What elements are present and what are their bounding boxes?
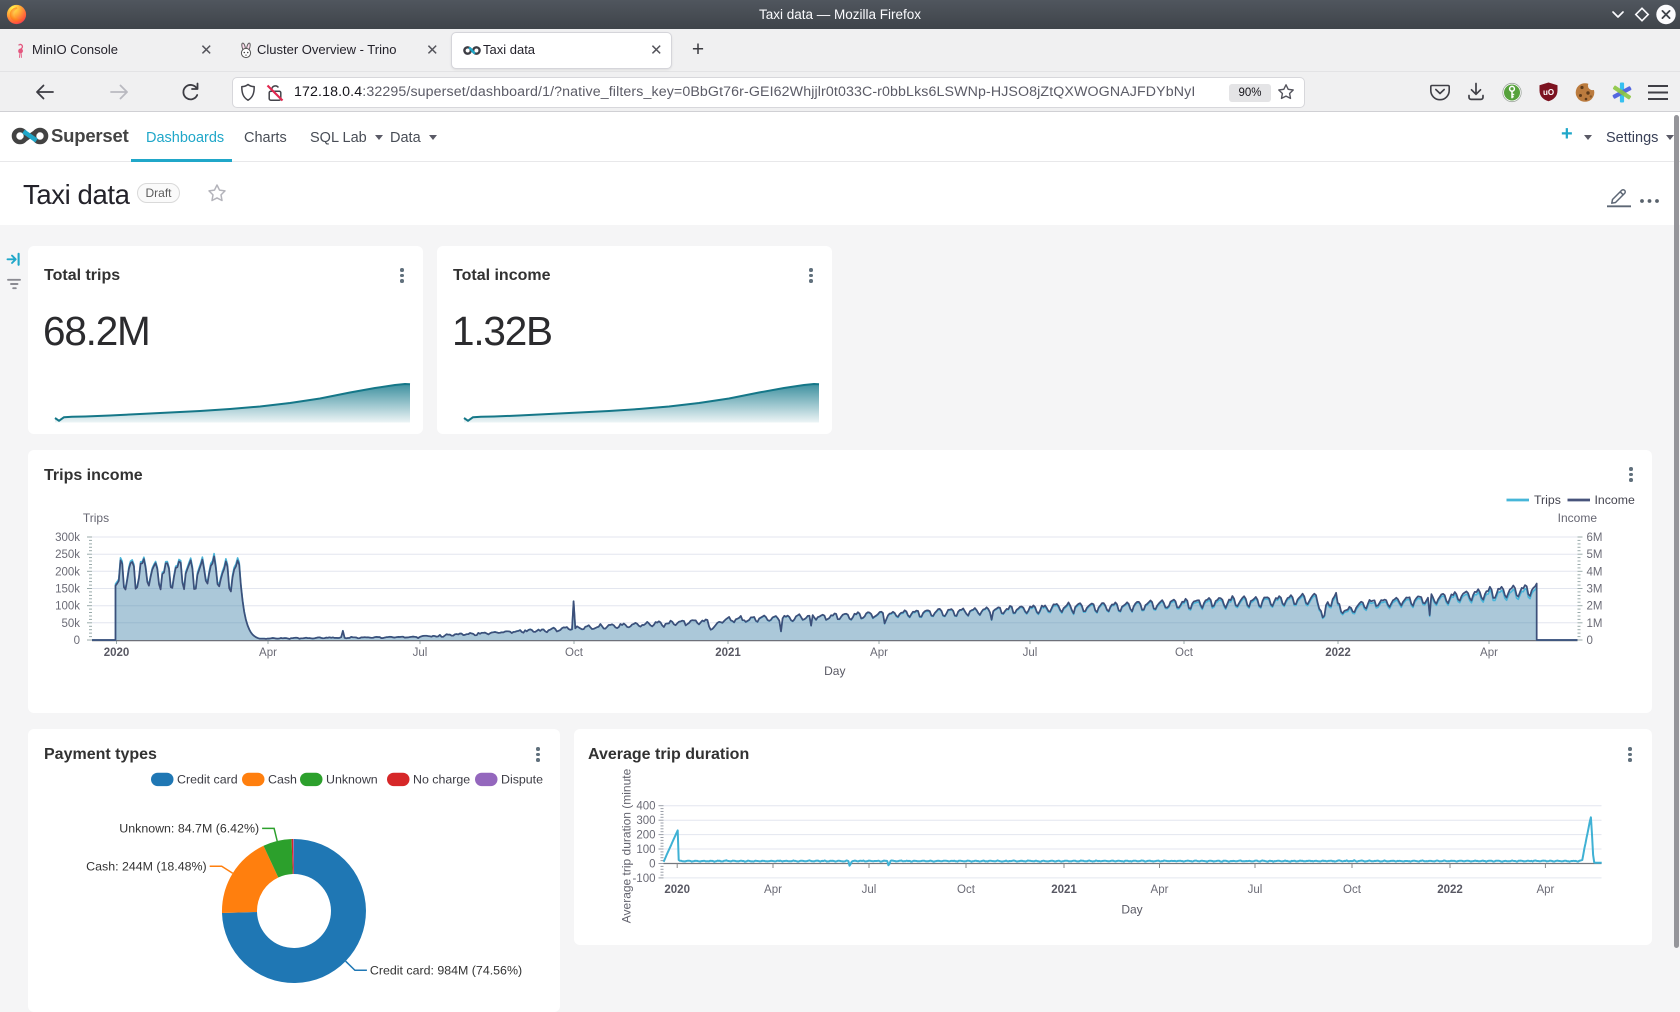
svg-text:Jul: Jul bbox=[1248, 884, 1263, 896]
svg-text:2M: 2M bbox=[1587, 601, 1603, 613]
svg-text:0: 0 bbox=[74, 635, 80, 647]
svg-text:100k: 100k bbox=[55, 601, 80, 613]
svg-text:200: 200 bbox=[636, 830, 655, 842]
svg-text:2021: 2021 bbox=[1051, 884, 1077, 896]
svg-text:200k: 200k bbox=[55, 566, 80, 578]
svg-text:150k: 150k bbox=[55, 584, 80, 596]
svg-text:Apr: Apr bbox=[1480, 647, 1498, 659]
svg-text:Credit card: 984M (74.56%): Credit card: 984M (74.56%) bbox=[370, 964, 522, 978]
svg-text:6M: 6M bbox=[1587, 532, 1603, 544]
svg-text:400: 400 bbox=[636, 801, 655, 813]
svg-text:2020: 2020 bbox=[104, 647, 130, 659]
svg-text:2022: 2022 bbox=[1325, 647, 1351, 659]
svg-text:Unknown: 84.7M (6.42%): Unknown: 84.7M (6.42%) bbox=[119, 822, 259, 836]
svg-text:50k: 50k bbox=[61, 618, 80, 630]
svg-text:Trips: Trips bbox=[1534, 493, 1561, 507]
svg-text:4M: 4M bbox=[1587, 566, 1603, 578]
svg-text:Income: Income bbox=[1595, 493, 1635, 507]
svg-text:Oct: Oct bbox=[565, 647, 584, 659]
svg-text:250k: 250k bbox=[55, 549, 80, 561]
svg-text:No charge: No charge bbox=[413, 773, 470, 787]
svg-text:Apr: Apr bbox=[1151, 884, 1169, 896]
svg-text:Day: Day bbox=[824, 664, 845, 678]
svg-text:Income: Income bbox=[1558, 511, 1598, 525]
svg-text:Apr: Apr bbox=[259, 647, 277, 659]
svg-text:Jul: Jul bbox=[1023, 647, 1038, 659]
svg-text:0: 0 bbox=[649, 859, 655, 871]
svg-text:2020: 2020 bbox=[664, 884, 690, 896]
svg-text:Unknown: Unknown bbox=[326, 773, 378, 787]
svg-text:100: 100 bbox=[636, 844, 655, 856]
svg-text:300: 300 bbox=[636, 815, 655, 827]
svg-text:300k: 300k bbox=[55, 532, 80, 544]
svg-text:2022: 2022 bbox=[1437, 884, 1463, 896]
svg-text:Day: Day bbox=[1121, 903, 1142, 917]
svg-text:Average trip duration (minute: Average trip duration (minute bbox=[620, 768, 634, 923]
svg-text:0: 0 bbox=[1587, 635, 1593, 647]
svg-text:Cash: Cash bbox=[268, 773, 297, 787]
svg-text:Oct: Oct bbox=[957, 884, 976, 896]
svg-text:Trips: Trips bbox=[83, 511, 109, 525]
svg-text:Apr: Apr bbox=[1536, 884, 1554, 896]
svg-text:3M: 3M bbox=[1587, 584, 1603, 596]
svg-text:Credit card: Credit card bbox=[177, 773, 238, 787]
svg-text:Jul: Jul bbox=[862, 884, 877, 896]
svg-text:2021: 2021 bbox=[715, 647, 741, 659]
svg-text:uO: uO bbox=[1543, 88, 1554, 97]
svg-text:Apr: Apr bbox=[870, 647, 888, 659]
svg-text:Apr: Apr bbox=[764, 884, 782, 896]
svg-text:5M: 5M bbox=[1587, 549, 1603, 561]
svg-text:Cash: 244M (18.48%): Cash: 244M (18.48%) bbox=[86, 860, 207, 874]
svg-text:Oct: Oct bbox=[1343, 884, 1362, 896]
svg-text:Dispute: Dispute bbox=[501, 773, 543, 787]
svg-text:-100: -100 bbox=[632, 873, 655, 885]
svg-text:Jul: Jul bbox=[413, 647, 428, 659]
svg-text:1M: 1M bbox=[1587, 618, 1603, 630]
svg-text:Oct: Oct bbox=[1175, 647, 1194, 659]
